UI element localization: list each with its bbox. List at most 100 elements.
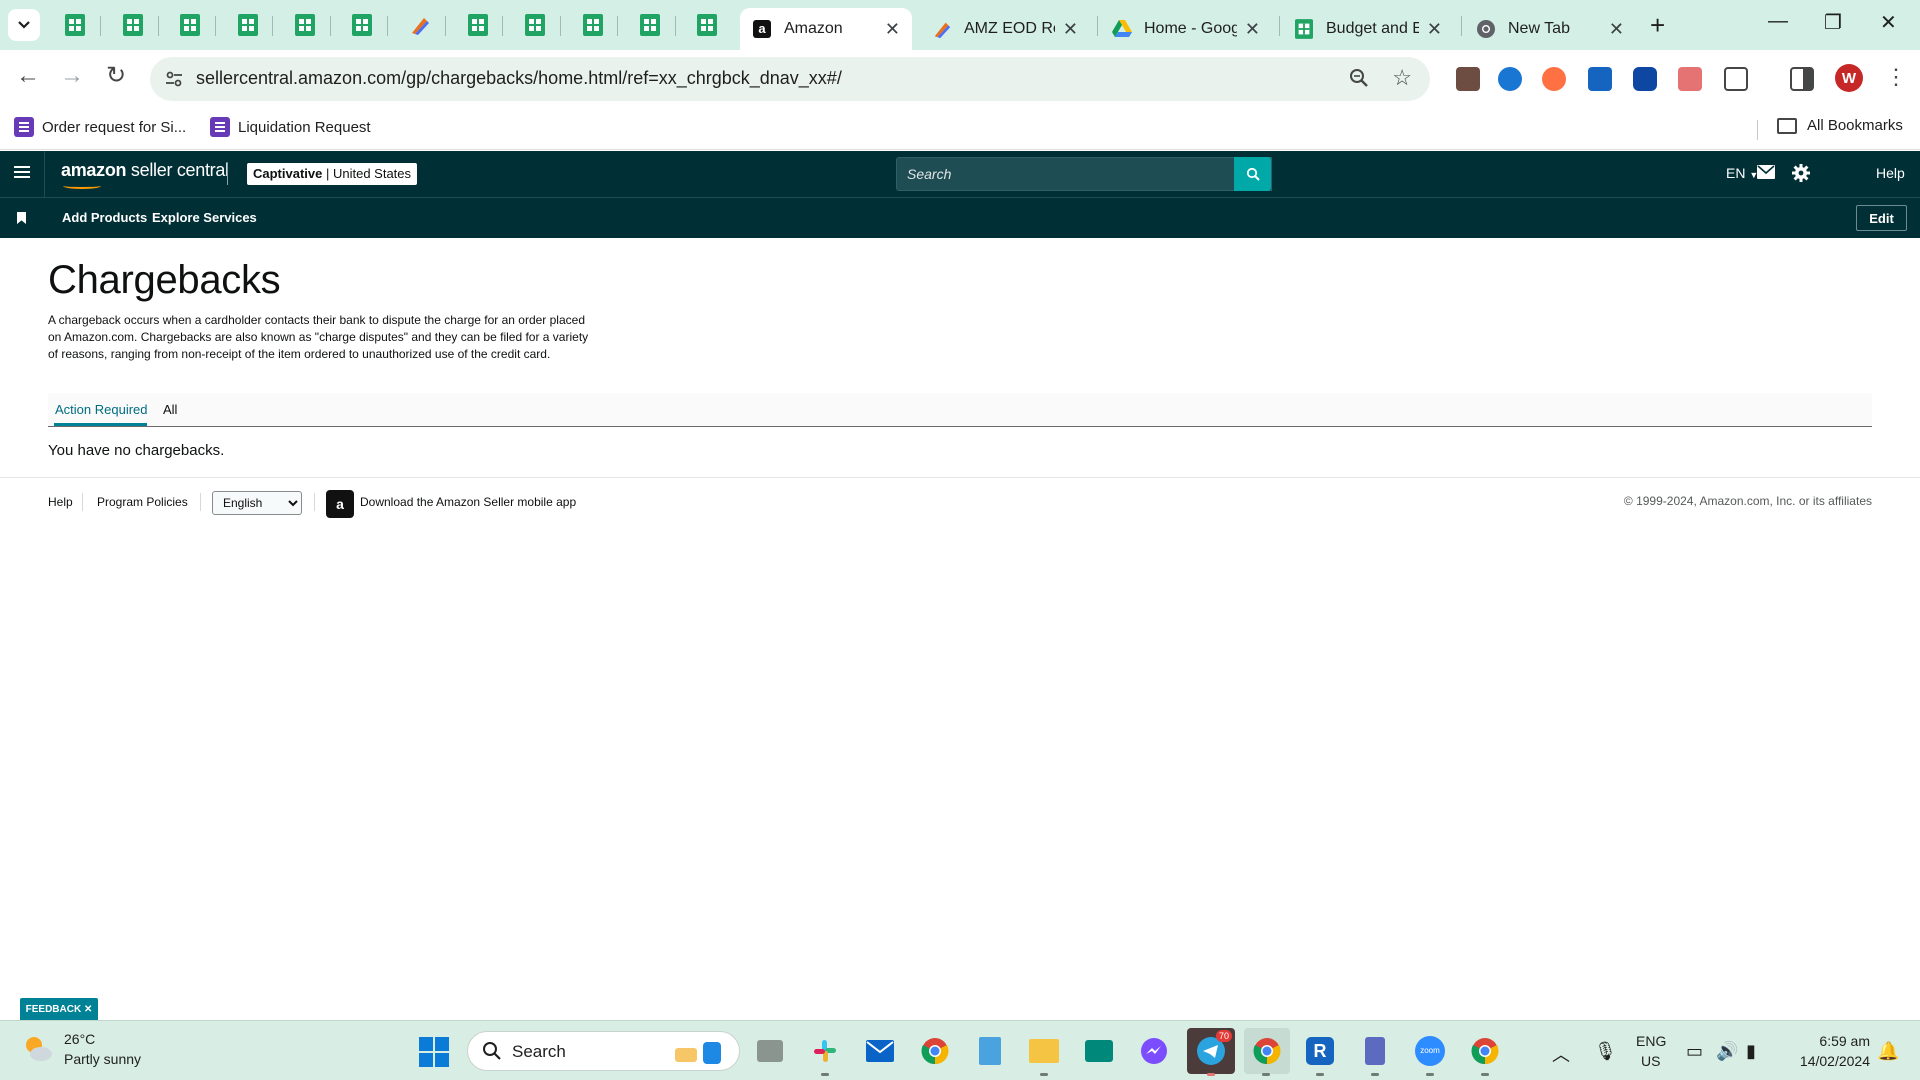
messenger-icon[interactable]	[1137, 1034, 1171, 1068]
edit-nav-button[interactable]: Edit	[1856, 205, 1907, 231]
site-info-icon[interactable]	[164, 69, 184, 89]
tab-new-tab[interactable]: New Tab ✕	[1464, 8, 1636, 50]
pinned-tab-sheets[interactable]	[349, 12, 375, 38]
side-panel-icon[interactable]	[1790, 67, 1814, 91]
telegram-icon[interactable]: 70	[1187, 1028, 1235, 1074]
new-tab-button[interactable]: +	[1650, 12, 1665, 38]
slack-icon[interactable]	[808, 1034, 842, 1068]
feedback-tab[interactable]: FEEDBACK ✕	[20, 998, 98, 1020]
extension-off-icon[interactable]	[1456, 67, 1480, 91]
tab-search-button[interactable]	[8, 9, 40, 41]
calculator-icon[interactable]	[1358, 1034, 1392, 1068]
tab-google-drive[interactable]: Home - Goog ✕	[1100, 8, 1272, 50]
chevron-up-icon[interactable]: ︿	[1552, 1041, 1570, 1067]
close-icon[interactable]: ✕	[1427, 19, 1442, 40]
address-bar[interactable]: sellercentral.amazon.com/gp/chargebacks/…	[150, 57, 1430, 101]
hamburger-menu-icon[interactable]	[14, 166, 30, 168]
extension-blue-icon[interactable]	[1498, 67, 1522, 91]
taskbar-search[interactable]: Search	[467, 1031, 740, 1071]
seller-central-logo[interactable]: amazon seller central	[61, 160, 229, 189]
footer-language-select[interactable]: English	[212, 491, 302, 515]
search-highlight-icon	[675, 1042, 721, 1064]
input-language[interactable]: ENG	[1636, 1033, 1666, 1049]
pinned-tab-sheets[interactable]	[694, 12, 720, 38]
chrome-icon[interactable]	[918, 1034, 952, 1068]
tab-amazon[interactable]: a Amazon ✕	[740, 8, 912, 50]
zoom-icon[interactable]: zoom	[1413, 1034, 1447, 1068]
back-arrow-icon[interactable]: ←	[16, 64, 40, 88]
weather-description[interactable]: Partly sunny	[64, 1051, 141, 1067]
mail-icon[interactable]	[1757, 165, 1775, 179]
microphone-icon[interactable]: 🎙	[1594, 1041, 1617, 1062]
header-help-link[interactable]: Help	[1876, 165, 1905, 181]
program-policies-link[interactable]: Program Policies	[97, 495, 188, 509]
seller-search-input[interactable]	[897, 158, 1271, 190]
pinned-tab-sheets[interactable]	[637, 12, 663, 38]
task-view-icon[interactable]	[753, 1034, 787, 1068]
network-icon[interactable]: ▭	[1686, 1041, 1703, 1062]
pinned-tab-sheets[interactable]	[580, 12, 606, 38]
close-icon[interactable]: ✕	[885, 19, 900, 40]
mail-app-icon[interactable]	[863, 1034, 897, 1068]
pinned-tab-sheets[interactable]	[235, 12, 261, 38]
explore-services-link[interactable]: Explore Services	[152, 210, 257, 225]
tab-budget[interactable]: Budget and E ✕	[1282, 8, 1454, 50]
amazon-app-icon[interactable]: a	[326, 490, 354, 518]
kebab-menu-icon[interactable]: ⋮	[1885, 64, 1907, 90]
clock-date[interactable]: 14/02/2024	[1780, 1053, 1870, 1069]
weather-temperature[interactable]: 26°C	[64, 1031, 95, 1047]
reload-icon[interactable]: ↻	[106, 64, 126, 88]
extension-dark-blue-icon[interactable]	[1633, 67, 1657, 91]
pinned-tab-sheets[interactable]	[292, 12, 318, 38]
chrome-profile-icon[interactable]	[1244, 1028, 1290, 1074]
profile-avatar[interactable]: W	[1835, 64, 1863, 92]
bookmark-icon[interactable]	[17, 212, 26, 224]
clock-time[interactable]: 6:59 am	[1790, 1033, 1870, 1049]
restore-icon[interactable]: ❐	[1824, 10, 1842, 35]
file-explorer-icon[interactable]	[1027, 1034, 1061, 1068]
google-drive-icon	[1112, 19, 1132, 39]
add-products-link[interactable]: Add Products	[62, 210, 147, 225]
pinned-tab-sheets[interactable]	[62, 12, 88, 38]
forward-arrow-icon[interactable]: →	[60, 64, 84, 88]
extension-orange-icon[interactable]	[1542, 67, 1566, 91]
partly-sunny-icon[interactable]	[22, 1033, 54, 1063]
minimize-icon[interactable]: —	[1768, 10, 1788, 33]
seller-search-button[interactable]	[1234, 157, 1271, 191]
pinned-tab-pen[interactable]	[407, 12, 433, 38]
notepad-icon[interactable]	[973, 1034, 1007, 1068]
extension-red-icon[interactable]	[1678, 67, 1702, 91]
bookmark-liquidation-request[interactable]: Liquidation Request	[210, 117, 371, 137]
pinned-tab-sheets[interactable]	[120, 12, 146, 38]
footer-help-link[interactable]: Help	[48, 495, 73, 509]
close-icon[interactable]: ✕	[1245, 19, 1260, 40]
extension-chart-icon[interactable]	[1588, 67, 1612, 91]
volume-icon[interactable]: 🔊	[1716, 1041, 1738, 1062]
battery-icon[interactable]: ▮	[1746, 1041, 1756, 1062]
input-region[interactable]: US	[1641, 1053, 1660, 1069]
tab-action-required[interactable]: Action Required	[55, 402, 148, 417]
close-icon[interactable]: ✕	[1609, 19, 1624, 40]
tab-amz-eod[interactable]: AMZ EOD Rep ✕	[920, 8, 1090, 50]
language-selector[interactable]: EN ▼	[1726, 165, 1758, 181]
r-app-icon[interactable]: R	[1303, 1034, 1337, 1068]
account-switcher[interactable]: Captivative | United States	[247, 163, 418, 185]
tab-all[interactable]: All	[163, 402, 177, 417]
all-bookmarks-button[interactable]: All Bookmarks	[1777, 117, 1903, 134]
window-close-icon[interactable]: ✕	[1880, 10, 1897, 35]
notification-bell-icon[interactable]: 🔔	[1877, 1041, 1899, 1062]
chrome-canary-icon[interactable]	[1468, 1034, 1502, 1068]
gear-icon[interactable]	[1792, 164, 1810, 182]
close-icon[interactable]: ✕	[1063, 19, 1078, 40]
bookmark-star-icon[interactable]: ☆	[1392, 65, 1412, 91]
pinned-tab-sheets[interactable]	[177, 12, 203, 38]
bookmark-order-request[interactable]: Order request for Si...	[14, 117, 186, 137]
windows-start-icon[interactable]	[419, 1037, 449, 1067]
zoom-icon[interactable]	[1348, 67, 1370, 89]
pinned-tab-sheets[interactable]	[522, 12, 548, 38]
close-icon[interactable]: ✕	[84, 1004, 92, 1015]
pinned-tab-sheets[interactable]	[465, 12, 491, 38]
puzzle-extensions-icon[interactable]	[1724, 67, 1748, 91]
google-meet-icon[interactable]	[1082, 1034, 1116, 1068]
download-app-link[interactable]: Download the Amazon Seller mobile app	[360, 495, 576, 509]
